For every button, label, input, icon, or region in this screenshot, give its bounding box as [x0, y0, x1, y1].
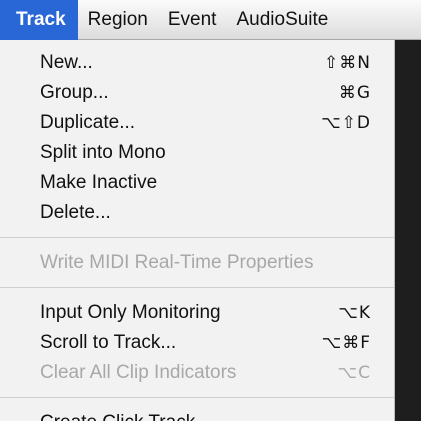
menu-item-shortcut: ⌥C: [337, 363, 371, 383]
menu-bar: Track Region Event AudioSuite: [0, 0, 421, 40]
app-stage: Track Region Event AudioSuite New... ⇧⌘N…: [0, 0, 421, 421]
menu-track[interactable]: Track: [0, 0, 78, 40]
menu-item-create-click-track[interactable]: Create Click Track: [0, 408, 394, 421]
menu-item-shortcut: ⌥⇧D: [321, 113, 371, 133]
menu-event[interactable]: Event: [158, 0, 227, 40]
menu-item-split-into-mono[interactable]: Split into Mono: [0, 138, 394, 168]
menu-item-delete[interactable]: Delete...: [0, 198, 394, 228]
menu-item-label: Delete...: [40, 202, 111, 223]
menu-item-write-midi-real-time-properties: Write MIDI Real-Time Properties: [0, 248, 394, 278]
menu-item-label: Create Click Track: [40, 412, 371, 421]
menu-item-label: Group...: [40, 82, 109, 103]
menu-item-label: Duplicate...: [40, 112, 136, 133]
menu-separator: [0, 287, 394, 288]
menu-item-label: Input Only Monitoring: [40, 302, 221, 323]
menu-audiosuite[interactable]: AudioSuite: [226, 0, 338, 40]
menu-item-group[interactable]: Group... ⌘G: [0, 78, 394, 108]
menu-region[interactable]: Region: [78, 0, 158, 40]
menu-item-scroll-to-track[interactable]: Scroll to Track... ⌥⌘F: [0, 328, 394, 358]
menu-item-label: Write MIDI Real-Time Properties: [40, 252, 314, 273]
menu-item-label: New...: [40, 52, 93, 73]
menu-item-duplicate[interactable]: Duplicate... ⌥⇧D: [0, 108, 394, 138]
menu-item-shortcut: ⌥K: [338, 303, 371, 323]
menu-item-clear-all-clip-indicators: Clear All Clip Indicators ⌥C: [0, 358, 394, 388]
menu-item-label: Scroll to Track...: [40, 332, 177, 353]
menu-separator: [0, 237, 394, 238]
menu-item-shortcut: ⌥⌘F: [321, 333, 371, 353]
menu-item-label: Split into Mono: [40, 142, 166, 163]
menu-item-label: Make Inactive: [40, 172, 158, 193]
menu-item-input-only-monitoring[interactable]: Input Only Monitoring ⌥K: [0, 298, 394, 328]
menu-item-label: Clear All Clip Indicators: [40, 362, 237, 383]
menu-separator: [0, 397, 394, 398]
track-menu-dropdown: New... ⇧⌘N Group... ⌘G Duplicate... ⌥⇧D …: [0, 40, 395, 421]
menu-item-new[interactable]: New... ⇧⌘N: [0, 48, 394, 78]
menu-item-make-inactive[interactable]: Make Inactive: [0, 168, 394, 198]
menu-item-shortcut: ⇧⌘N: [324, 53, 371, 73]
menu-item-shortcut: ⌘G: [338, 83, 371, 103]
